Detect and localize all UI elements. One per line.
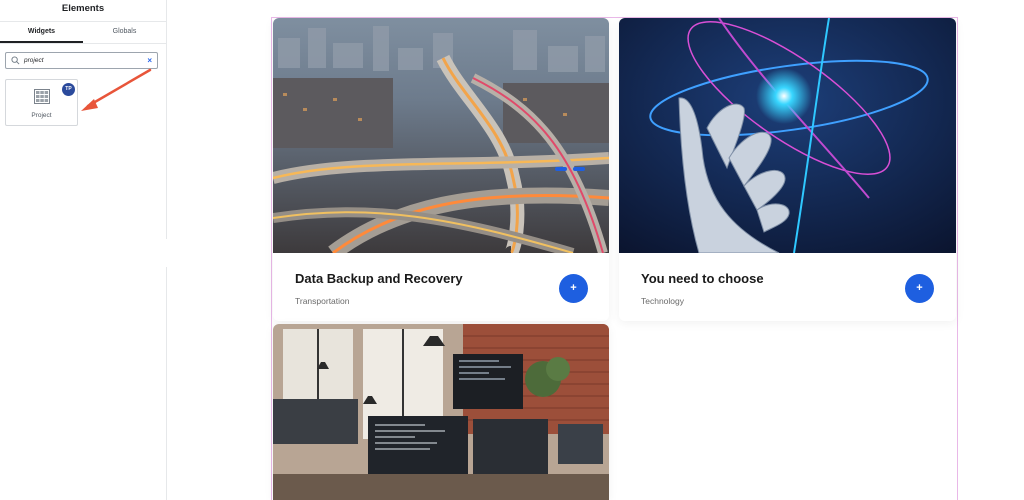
highway-interchange-photo bbox=[273, 18, 609, 253]
panel-title: Elements bbox=[0, 0, 166, 22]
project-category: Transportation bbox=[295, 296, 350, 306]
project-card[interactable]: You need to choose Technology + bbox=[619, 18, 956, 321]
project-title[interactable]: You need to choose bbox=[641, 271, 764, 286]
search-icon bbox=[11, 56, 20, 65]
plugin-badge: TP bbox=[62, 83, 75, 96]
slider-dot[interactable] bbox=[573, 167, 585, 171]
slider-indicator bbox=[555, 158, 591, 176]
project-title[interactable]: Data Backup and Recovery bbox=[295, 271, 463, 286]
panel-tabs: Widgets Globals bbox=[0, 22, 166, 44]
pointer-arrow-icon bbox=[81, 68, 152, 111]
tab-widgets[interactable]: Widgets bbox=[0, 22, 83, 43]
robot-hand-photo bbox=[619, 18, 956, 253]
elements-panel: Elements Widgets Globals project × Proje… bbox=[0, 0, 167, 500]
tab-globals[interactable]: Globals bbox=[83, 22, 166, 43]
office-workspace-photo bbox=[273, 324, 609, 500]
project-category: Technology bbox=[641, 296, 685, 306]
grid-widget-icon bbox=[34, 89, 50, 104]
project-card[interactable] bbox=[273, 324, 609, 500]
search-value: project bbox=[24, 57, 44, 64]
editor-app: Elements Widgets Globals project × Proje… bbox=[0, 0, 1024, 500]
widget-label: Project bbox=[31, 112, 52, 119]
plus-icon[interactable]: + bbox=[559, 274, 588, 303]
slider-dot[interactable] bbox=[555, 167, 567, 171]
plus-icon[interactable]: + bbox=[905, 274, 934, 303]
clear-search-icon[interactable]: × bbox=[147, 56, 152, 65]
